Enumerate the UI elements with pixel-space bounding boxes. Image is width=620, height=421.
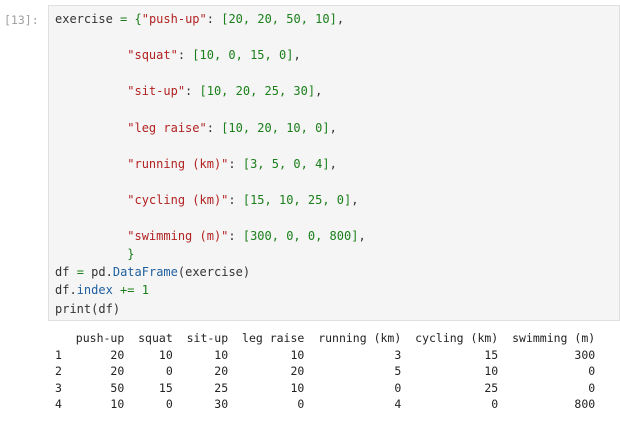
func-name: print — [55, 301, 92, 316]
cell-value: 300 — [512, 347, 596, 362]
row-index: 1 — [55, 347, 62, 362]
column-header: running (km) — [318, 331, 402, 345]
cell-value: 25 — [186, 380, 229, 395]
code-line: df.index += 1 — [55, 283, 149, 298]
op-assign: = — [76, 265, 84, 280]
column-header: push-up — [75, 331, 125, 345]
dict-values: [20, 20, 50, 10] — [221, 12, 337, 26]
column-header: cycling (km) — [415, 331, 499, 345]
func-name: DataFrame — [112, 265, 178, 280]
code-line: "squat": [10, 0, 15, 0], — [127, 48, 301, 63]
dict-values: [10, 0, 15, 0] — [192, 48, 294, 63]
dict-key: "cycling (km)" — [127, 192, 229, 207]
cell-value: 4 — [318, 397, 402, 412]
var-name: df — [55, 283, 70, 298]
cell-value: 0 — [138, 397, 173, 412]
number-literal: 1 — [141, 283, 149, 298]
row-index: 2 — [55, 364, 62, 379]
cell-value: 0 — [242, 397, 305, 412]
arg-name: exercise — [185, 265, 243, 280]
code-line: df = pd.DataFrame(exercise) — [55, 265, 251, 280]
cell-value: 10 — [186, 347, 229, 362]
cell-value: 20 — [75, 364, 125, 379]
cell-output: push-up squat sit-up leg raise running (… — [55, 330, 595, 413]
dict-values: [3, 5, 0, 4] — [242, 156, 330, 171]
cell-value: 10 — [138, 347, 173, 362]
op-assign: = — [120, 12, 128, 26]
cell-value: 0 — [138, 364, 173, 379]
op-augassign: += — [120, 283, 135, 298]
cell-value: 15 — [138, 380, 173, 395]
column-header: leg raise — [242, 331, 305, 345]
cell-value: 0 — [512, 364, 596, 379]
var-name: exercise — [55, 12, 113, 26]
column-header: squat — [138, 331, 173, 345]
code-line: exercise = {"push-up": [20, 20, 50, 10], — [55, 12, 345, 26]
cell-value: 800 — [512, 397, 596, 412]
cell-value: 15 — [415, 347, 499, 362]
dict-values: [10, 20, 25, 30] — [199, 84, 316, 99]
cell-value: 20 — [75, 347, 125, 362]
module-name: pd — [91, 265, 106, 280]
dict-values: [15, 10, 25, 0] — [242, 192, 352, 207]
cell-value: 0 — [512, 380, 596, 395]
cell-value: 30 — [186, 397, 229, 412]
code-editor[interactable]: exercise = {"push-up": [20, 20, 50, 10],… — [55, 10, 366, 318]
dict-key: "sit-up" — [127, 84, 186, 99]
attr-name: index — [76, 283, 113, 298]
cell-value: 0 — [415, 397, 499, 412]
dict-key: "swimming (m)" — [127, 229, 229, 244]
code-cell[interactable]: exercise = {"push-up": [20, 20, 50, 10],… — [48, 5, 620, 321]
cell-value: 10 — [242, 347, 305, 362]
cell-value: 10 — [75, 397, 125, 412]
output-row: 2 20 0 20 20 5 10 0 — [55, 363, 595, 380]
cell-value: 50 — [75, 380, 125, 395]
dict-key: "push-up" — [141, 12, 207, 26]
cell-value: 0 — [318, 380, 402, 395]
var-name: df — [55, 265, 70, 280]
dict-key: "squat" — [127, 48, 178, 63]
cell-value: 20 — [186, 364, 229, 379]
brace-close: } — [127, 247, 135, 262]
dict-key: "running (km)" — [127, 156, 229, 171]
cell-value: 5 — [318, 364, 402, 379]
row-index: 3 — [55, 380, 62, 395]
cell-prompt: [13]: — [4, 13, 39, 27]
code-line: "swimming (m)": [300, 0, 0, 800], — [127, 229, 366, 244]
output-header-row: push-up squat sit-up leg raise running (… — [55, 330, 595, 347]
column-header: swimming (m) — [512, 331, 596, 345]
output-row: 4 10 0 30 0 4 0 800 — [55, 396, 595, 413]
column-header: sit-up — [186, 331, 229, 345]
code-line: "running (km)": [3, 5, 0, 4], — [127, 156, 337, 171]
dict-values: [300, 0, 0, 800] — [242, 229, 359, 244]
arg-name: df — [98, 301, 113, 316]
code-line: "sit-up": [10, 20, 25, 30], — [127, 84, 323, 99]
cell-value: 25 — [415, 380, 499, 395]
brace-open: { — [134, 12, 142, 26]
output-row: 3 50 15 25 10 0 25 0 — [55, 380, 595, 397]
cell-value: 20 — [242, 364, 305, 379]
output-row: 1 20 10 10 10 3 15 300 — [55, 347, 595, 364]
cell-value: 3 — [318, 347, 402, 362]
dict-key: "leg raise" — [127, 120, 207, 135]
row-index: 4 — [55, 397, 62, 412]
cell-value: 10 — [415, 364, 499, 379]
cell-value: 10 — [242, 380, 305, 395]
code-line: print(df) — [55, 301, 121, 316]
code-line: "cycling (km)": [15, 10, 25, 0], — [127, 192, 359, 207]
dict-values: [10, 20, 10, 0] — [221, 120, 330, 135]
code-line: "leg raise": [10, 20, 10, 0], — [127, 120, 337, 135]
